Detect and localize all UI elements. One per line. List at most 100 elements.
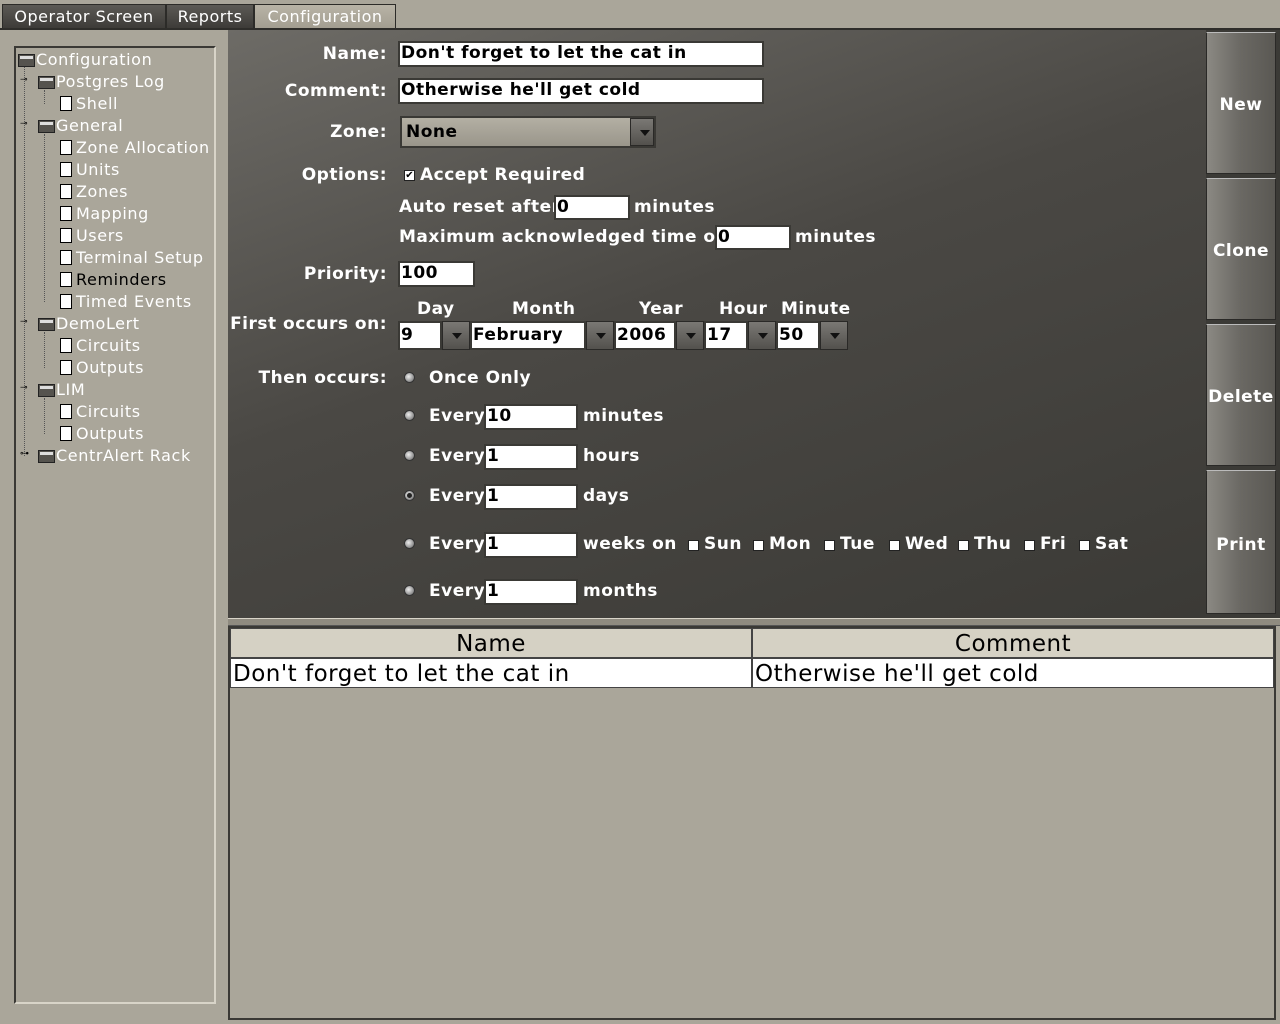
- expand-icon[interactable]: ⊸: [20, 76, 28, 85]
- tree-item-units[interactable]: Units: [76, 159, 120, 181]
- expand-icon[interactable]: ⊸: [20, 384, 28, 393]
- minute-combo-input[interactable]: 50: [776, 321, 820, 350]
- weekday-fri-checkbox[interactable]: [1024, 540, 1035, 551]
- tree-item-zones[interactable]: Zones: [76, 181, 128, 203]
- name-input[interactable]: Don't forget to let the cat in: [398, 41, 764, 67]
- zone-select[interactable]: None: [400, 116, 656, 148]
- tab-configuration[interactable]: Configuration: [254, 4, 396, 28]
- weekday-wed-checkbox[interactable]: [889, 540, 900, 551]
- expand-icon[interactable]: ⊸: [20, 120, 28, 129]
- delete-button[interactable]: Delete: [1206, 324, 1276, 466]
- print-button[interactable]: Print: [1206, 470, 1276, 614]
- auto-reset-unit: minutes: [634, 197, 716, 217]
- day-dropdown-icon[interactable]: [442, 321, 470, 350]
- document-icon: [60, 338, 72, 353]
- year-combo-input[interactable]: 2006: [614, 321, 676, 350]
- tree-item-shell[interactable]: Shell: [76, 93, 118, 115]
- tree-item-terminal-setup[interactable]: Terminal Setup: [76, 247, 204, 269]
- every-days-radio[interactable]: [404, 490, 415, 501]
- every-minutes-radio[interactable]: [404, 410, 415, 421]
- print-button-label: Print: [1216, 535, 1266, 555]
- tree-item-general[interactable]: General: [56, 115, 123, 137]
- new-button-label: New: [1219, 95, 1263, 115]
- tree-item-timed-events[interactable]: Timed Events: [76, 291, 192, 313]
- accept-required-label: Accept Required: [420, 165, 586, 185]
- folder-icon: [18, 54, 35, 67]
- tree-item-lim[interactable]: LIM: [56, 379, 85, 401]
- document-icon: [60, 206, 72, 221]
- tree-item-lim-circuits[interactable]: Circuits: [76, 401, 141, 423]
- tree-item-demolert-circuits[interactable]: Circuits: [76, 335, 141, 357]
- weekday-sun-checkbox[interactable]: [688, 540, 699, 551]
- every-hours-input[interactable]: 1: [484, 444, 578, 470]
- auto-reset-input[interactable]: 0: [554, 195, 630, 220]
- pane-splitter[interactable]: [228, 618, 1280, 626]
- tab-operator-screen[interactable]: Operator Screen: [2, 4, 166, 28]
- folder-icon: [38, 76, 55, 89]
- every-weeks-radio[interactable]: [404, 538, 415, 549]
- weekday-sat-label: Sat: [1095, 534, 1129, 554]
- accept-required-checkbox[interactable]: ✔: [404, 170, 415, 181]
- every-months-radio[interactable]: [404, 585, 415, 596]
- table-row-cell-name[interactable]: Don't forget to let the cat in: [230, 658, 752, 688]
- priority-label: Priority:: [303, 264, 387, 284]
- comment-input[interactable]: Otherwise he'll get cold: [398, 78, 764, 104]
- priority-input[interactable]: 100: [398, 261, 475, 287]
- weeks-unit: weeks on: [583, 534, 677, 554]
- weekday-mon-checkbox[interactable]: [753, 540, 764, 551]
- tab-reports[interactable]: Reports: [166, 4, 254, 28]
- document-icon: [60, 96, 72, 111]
- every-months-input[interactable]: 1: [484, 579, 578, 605]
- document-icon: [60, 360, 72, 375]
- hour-dropdown-icon[interactable]: [748, 321, 776, 350]
- weekday-fri-label: Fri: [1040, 534, 1067, 554]
- folder-icon: [38, 384, 55, 397]
- tree-item-centralert-rack[interactable]: CentrAlert Rack: [56, 445, 191, 467]
- document-icon: [60, 184, 72, 199]
- expand-icon[interactable]: ⊶: [20, 450, 29, 459]
- then-occurs-label: Then occurs:: [258, 368, 387, 388]
- year-header: Year: [639, 299, 684, 319]
- clone-button[interactable]: Clone: [1206, 178, 1276, 320]
- hour-combo-input[interactable]: 17: [704, 321, 748, 350]
- column-header-name[interactable]: Name: [230, 628, 752, 658]
- year-dropdown-icon[interactable]: [676, 321, 704, 350]
- weekday-thu-checkbox[interactable]: [958, 540, 969, 551]
- document-icon: [60, 404, 72, 419]
- every-label: Every: [429, 486, 486, 506]
- max-ack-input[interactable]: 0: [715, 225, 791, 250]
- delete-button-label: Delete: [1208, 387, 1274, 407]
- every-days-input[interactable]: 1: [484, 484, 578, 510]
- day-combo-input[interactable]: 9: [398, 321, 442, 350]
- minute-dropdown-icon[interactable]: [820, 321, 848, 350]
- tree-item-users[interactable]: Users: [76, 225, 124, 247]
- tree-item-postgres-log[interactable]: Postgres Log: [56, 71, 165, 93]
- column-header-comment[interactable]: Comment: [752, 628, 1274, 658]
- zone-dropdown-icon[interactable]: [630, 118, 654, 146]
- tree-item-demolert-outputs[interactable]: Outputs: [76, 357, 144, 379]
- every-hours-radio[interactable]: [404, 450, 415, 461]
- first-occurs-label: First occurs on:: [230, 314, 387, 334]
- new-button[interactable]: New: [1206, 32, 1276, 174]
- once-only-radio[interactable]: [404, 372, 415, 383]
- tree-line: [44, 398, 45, 434]
- max-ack-label: Maximum acknowledged time of: [399, 227, 724, 247]
- table-row-cell-comment[interactable]: Otherwise he'll get cold: [752, 658, 1274, 688]
- tree-item-zone-allocation[interactable]: Zone Allocation: [76, 137, 210, 159]
- document-icon: [60, 228, 72, 243]
- month-combo-input[interactable]: February: [470, 321, 586, 350]
- tree-item-demolert[interactable]: DemoLert: [56, 313, 140, 335]
- document-icon: [60, 140, 72, 155]
- weekday-sat-checkbox[interactable]: [1079, 540, 1090, 551]
- every-weeks-input[interactable]: 1: [484, 532, 578, 558]
- tree-root-configuration[interactable]: Configuration: [36, 49, 152, 71]
- tree-item-mapping[interactable]: Mapping: [76, 203, 149, 225]
- tree-item-lim-outputs[interactable]: Outputs: [76, 423, 144, 445]
- every-minutes-input[interactable]: 10: [484, 404, 578, 430]
- day-header: Day: [417, 299, 455, 319]
- expand-icon[interactable]: ⊸: [20, 318, 28, 327]
- month-dropdown-icon[interactable]: [586, 321, 614, 350]
- month-header: Month: [512, 299, 576, 319]
- tree-item-reminders[interactable]: Reminders: [76, 269, 167, 291]
- weekday-tue-checkbox[interactable]: [824, 540, 835, 551]
